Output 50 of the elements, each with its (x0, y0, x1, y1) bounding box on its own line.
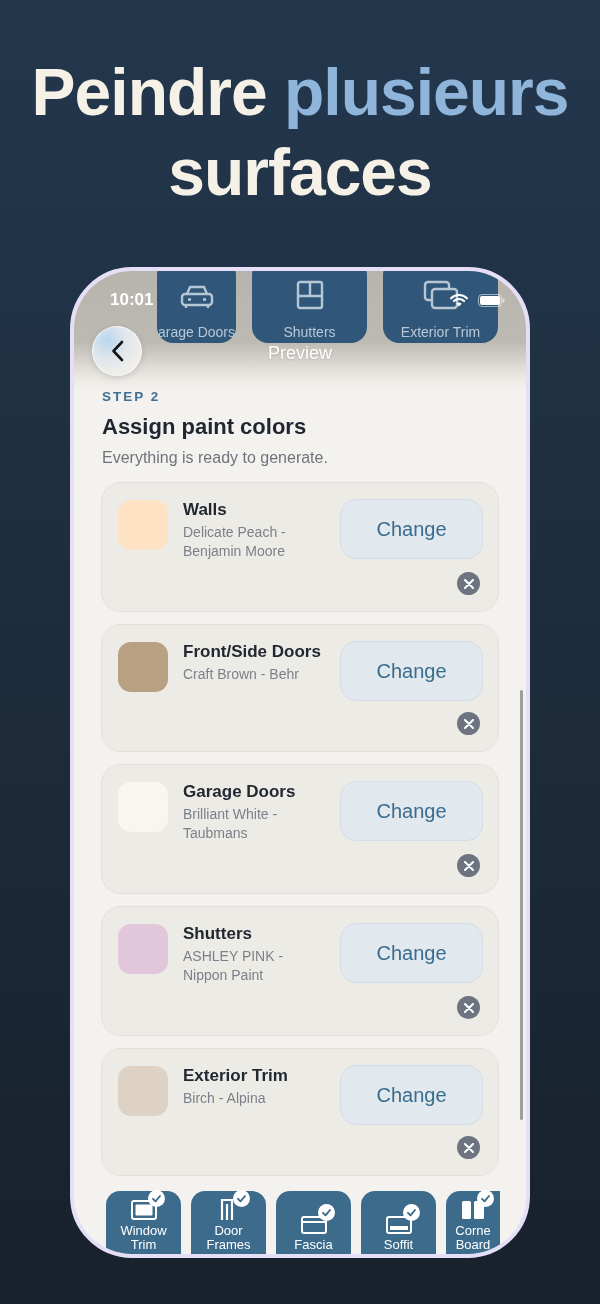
layers-icon (422, 280, 459, 310)
surface-name: Shutters (183, 923, 253, 945)
step-title: Assign paint colors (102, 413, 308, 441)
status-time: 10:01 (110, 290, 154, 310)
surface-tile[interactable]: arage Doors (157, 271, 236, 343)
surface-tile[interactable]: Shutters (252, 271, 367, 343)
change-button[interactable]: Change (340, 923, 483, 983)
remove-button[interactable] (457, 996, 480, 1019)
paint-name: Brilliant White - Taubmans (183, 805, 279, 843)
change-button[interactable]: Change (340, 1065, 483, 1125)
surface-name: Walls (183, 499, 228, 521)
remove-button[interactable] (457, 712, 480, 735)
paint-name: Birch - Alpina (183, 1089, 267, 1108)
surface-tile[interactable]: Soffit (361, 1191, 436, 1254)
surface-tile[interactable]: Exterior Trim (383, 271, 498, 343)
screen-title: Preview (268, 345, 332, 361)
remove-button[interactable] (457, 854, 480, 877)
surface-name: Exterior Trim (183, 1065, 289, 1087)
surface-tile[interactable]: Window Trim (106, 1191, 181, 1254)
surface-tile[interactable]: Fascia (276, 1191, 351, 1254)
panel-icon (300, 1216, 327, 1234)
close-icon (463, 578, 474, 589)
close-icon (463, 1002, 474, 1013)
remove-button[interactable] (457, 1136, 480, 1159)
change-button[interactable]: Change (340, 781, 483, 841)
change-button[interactable]: Change (340, 499, 483, 559)
surface-name: Garage Doors (183, 781, 297, 803)
paint-name: ASHLEY PINK - Nippon Paint (183, 947, 285, 985)
panels-icon (461, 1200, 485, 1220)
step-subtitle: Everything is ready to generate. (102, 448, 329, 468)
surface-name: Front/Side Doors (183, 641, 322, 663)
window-frame-icon (130, 1200, 157, 1220)
surface-tile[interactable]: Corne Board (446, 1191, 500, 1254)
chevron-left-icon (110, 340, 124, 362)
panel-icon (385, 1216, 412, 1234)
wifi-icon (450, 293, 468, 307)
change-button[interactable]: Change (340, 641, 483, 701)
headline: Peindre plusieurs surfaces (30, 54, 570, 211)
paint-name: Delicate Peach - Benjamin Moore (183, 523, 287, 561)
close-icon (463, 718, 474, 729)
remove-button[interactable] (457, 572, 480, 595)
car-icon (179, 284, 214, 310)
back-button[interactable] (92, 326, 142, 376)
close-icon (463, 860, 474, 871)
window-icon (295, 280, 324, 310)
paint-name: Craft Brown - Behr (183, 665, 300, 684)
close-icon (463, 1142, 474, 1153)
step-label: STEP 2 (102, 389, 162, 405)
battery-icon (478, 293, 505, 307)
surface-tile[interactable]: Door Frames (191, 1191, 266, 1254)
